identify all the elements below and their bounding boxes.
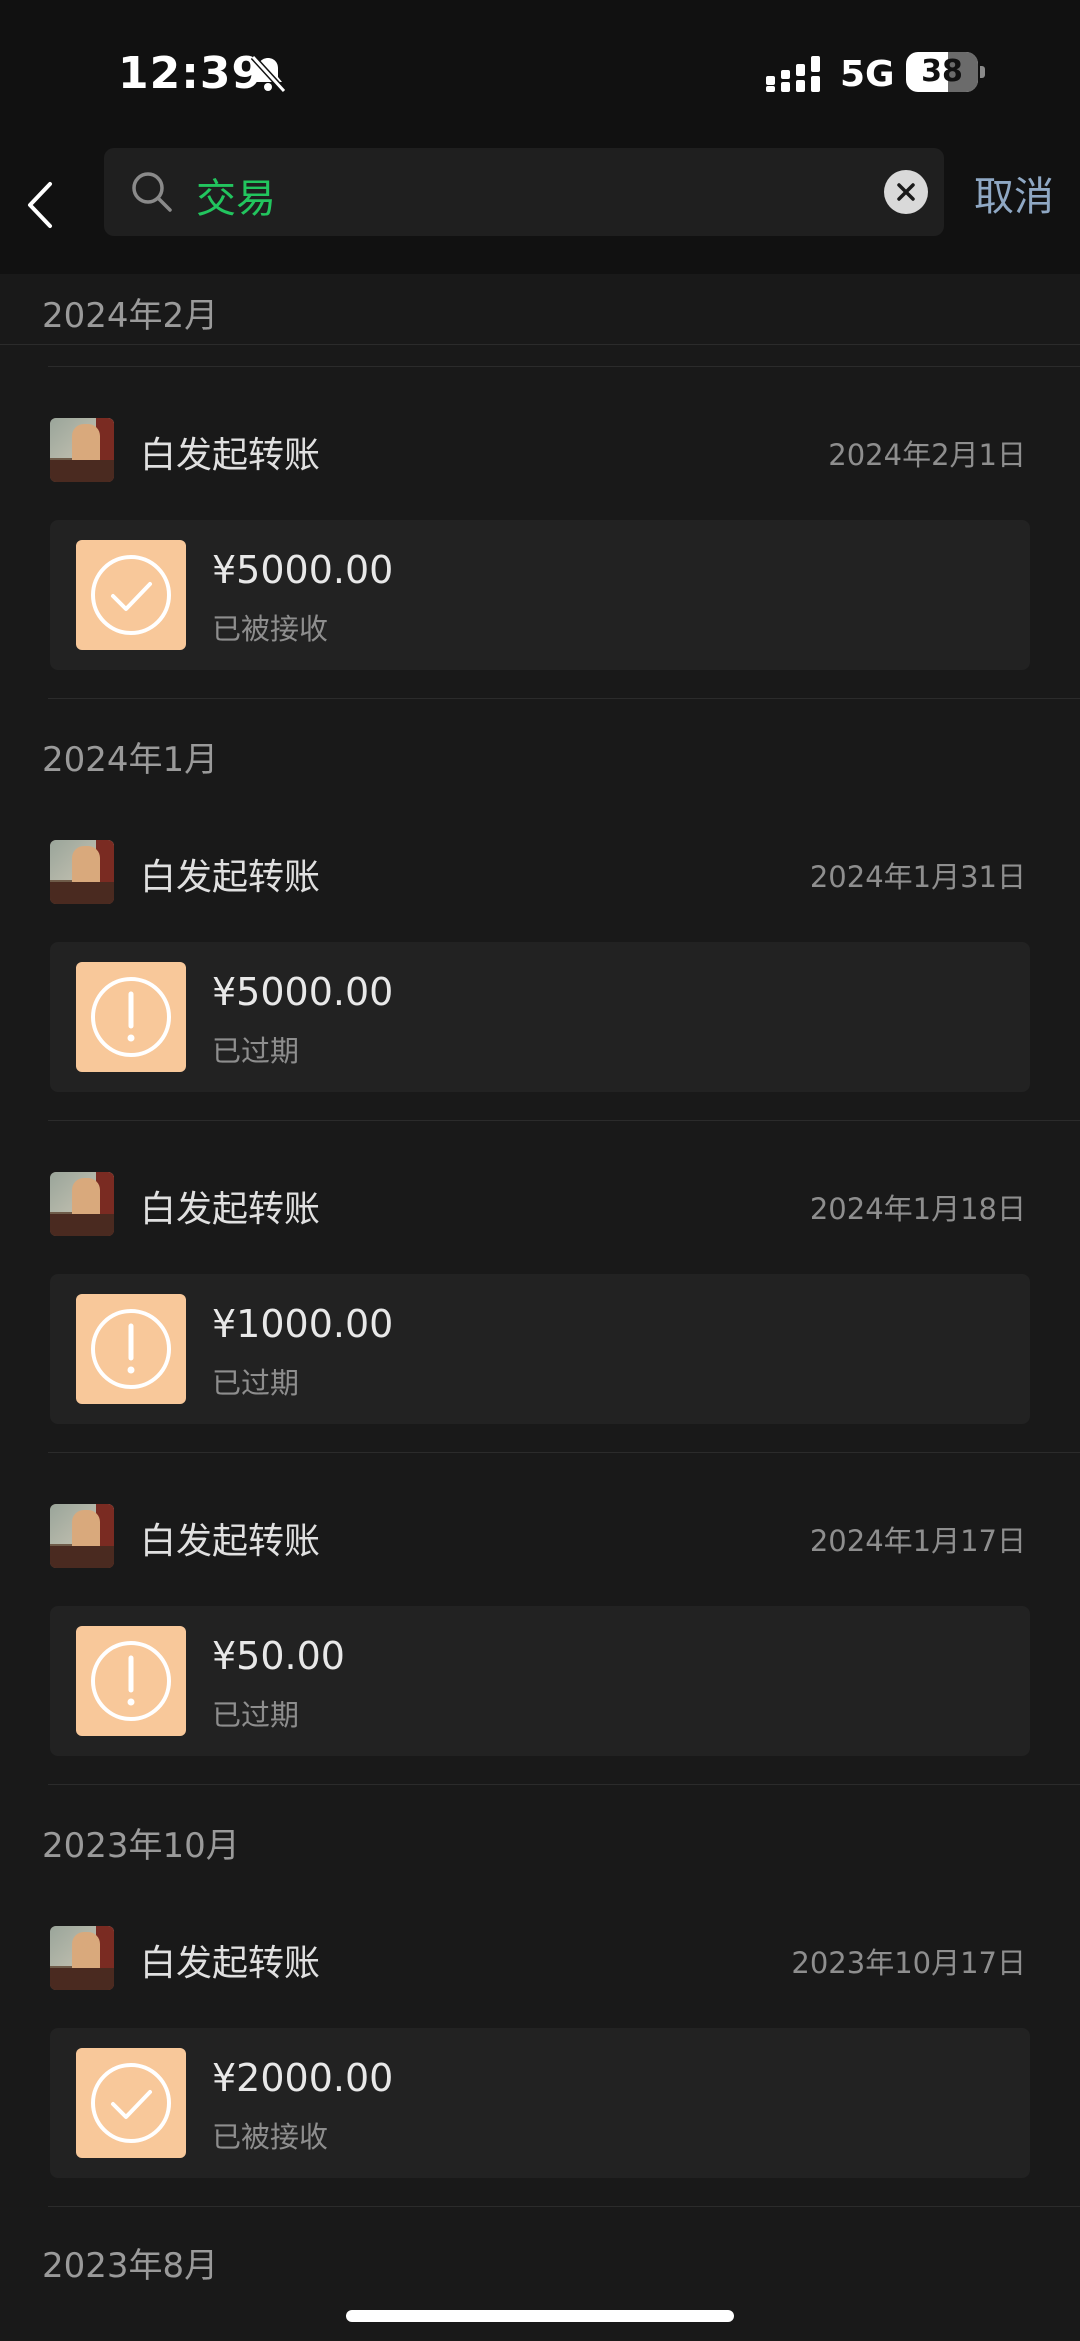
month-header: 2023年8月 bbox=[0, 2224, 1080, 2304]
network-type: 5G bbox=[840, 54, 895, 95]
exclamation-circle-icon bbox=[76, 962, 186, 1072]
search-input[interactable]: 交易 bbox=[104, 148, 944, 236]
search-icon bbox=[132, 172, 172, 212]
avatar bbox=[50, 1504, 114, 1568]
search-query[interactable]: 交易 bbox=[196, 166, 276, 224]
exclamation-circle-icon bbox=[76, 1626, 186, 1736]
avatar bbox=[50, 840, 114, 904]
divider bbox=[48, 1784, 1080, 1785]
exclamation-circle-icon bbox=[76, 1294, 186, 1404]
divider bbox=[48, 366, 1080, 367]
transfer-amount: ¥1000.00 bbox=[212, 1302, 394, 1346]
transfer-card[interactable]: ¥5000.00 已过期 bbox=[50, 942, 1030, 1092]
divider bbox=[48, 1120, 1080, 1121]
transfer-status: 已被接收 bbox=[212, 612, 329, 646]
transfer-card[interactable]: ¥2000.00 已被接收 bbox=[50, 2028, 1030, 2178]
transaction-title: 白发起转账 bbox=[140, 1943, 321, 1984]
divider bbox=[48, 1452, 1080, 1453]
check-circle-icon bbox=[76, 540, 186, 650]
transfer-amount: ¥2000.00 bbox=[212, 2056, 394, 2100]
clear-search-button[interactable] bbox=[884, 170, 928, 214]
back-arrow-icon[interactable] bbox=[18, 170, 66, 240]
avatar bbox=[50, 1926, 114, 1990]
bell-muted-icon bbox=[250, 54, 287, 94]
transaction-title: 白发起转账 bbox=[140, 1521, 321, 1562]
status-time: 12:39 bbox=[118, 48, 264, 99]
check-circle-icon bbox=[76, 2048, 186, 2158]
transaction-title: 白发起转账 bbox=[140, 857, 321, 898]
battery-level: 38 bbox=[921, 54, 963, 89]
search-header: 交易 取消 bbox=[0, 140, 1080, 274]
transfer-card[interactable]: ¥50.00 已过期 bbox=[50, 1606, 1030, 1756]
transaction-date: 2024年1月18日 bbox=[809, 1192, 1026, 1226]
transaction-date: 2023年10月17日 bbox=[791, 1946, 1026, 1980]
month-label: 2024年1月 bbox=[42, 740, 219, 780]
transaction-date: 2024年1月17日 bbox=[809, 1524, 1026, 1558]
transfer-amount: ¥50.00 bbox=[212, 1634, 345, 1678]
month-label: 2023年10月 bbox=[42, 1826, 240, 1866]
avatar bbox=[50, 418, 114, 482]
home-indicator[interactable] bbox=[346, 2310, 734, 2322]
transfer-amount: ¥5000.00 bbox=[212, 548, 394, 592]
status-bar: 12:39 5G 38 bbox=[0, 0, 1080, 140]
cancel-button[interactable]: 取消 bbox=[974, 164, 1054, 222]
transfer-card[interactable]: ¥5000.00 已被接收 bbox=[50, 520, 1030, 670]
close-icon bbox=[897, 183, 915, 201]
transfer-card[interactable]: ¥1000.00 已过期 bbox=[50, 1274, 1030, 1424]
month-label: 2023年8月 bbox=[42, 2246, 219, 2286]
month-header: 2024年2月 bbox=[0, 274, 1080, 354]
transfer-status: 已过期 bbox=[212, 1366, 300, 1400]
transfer-status: 已过期 bbox=[212, 1698, 300, 1732]
transfer-status: 已过期 bbox=[212, 1034, 300, 1068]
battery-icon: 38 bbox=[906, 52, 985, 92]
transfer-amount: ¥5000.00 bbox=[212, 970, 394, 1014]
divider bbox=[48, 2206, 1080, 2207]
transaction-title: 白发起转账 bbox=[140, 435, 321, 476]
avatar bbox=[50, 1172, 114, 1236]
divider bbox=[48, 698, 1080, 699]
transfer-status: 已被接收 bbox=[212, 2120, 329, 2154]
month-header: 2024年1月 bbox=[0, 718, 1080, 798]
signal-icon bbox=[766, 56, 820, 92]
month-label: 2024年2月 bbox=[42, 296, 219, 336]
divider bbox=[0, 344, 1080, 345]
transaction-date: 2024年2月1日 bbox=[828, 438, 1026, 472]
transaction-date: 2024年1月31日 bbox=[809, 860, 1026, 894]
month-header: 2023年10月 bbox=[0, 1804, 1080, 1884]
transaction-title: 白发起转账 bbox=[140, 1189, 321, 1230]
